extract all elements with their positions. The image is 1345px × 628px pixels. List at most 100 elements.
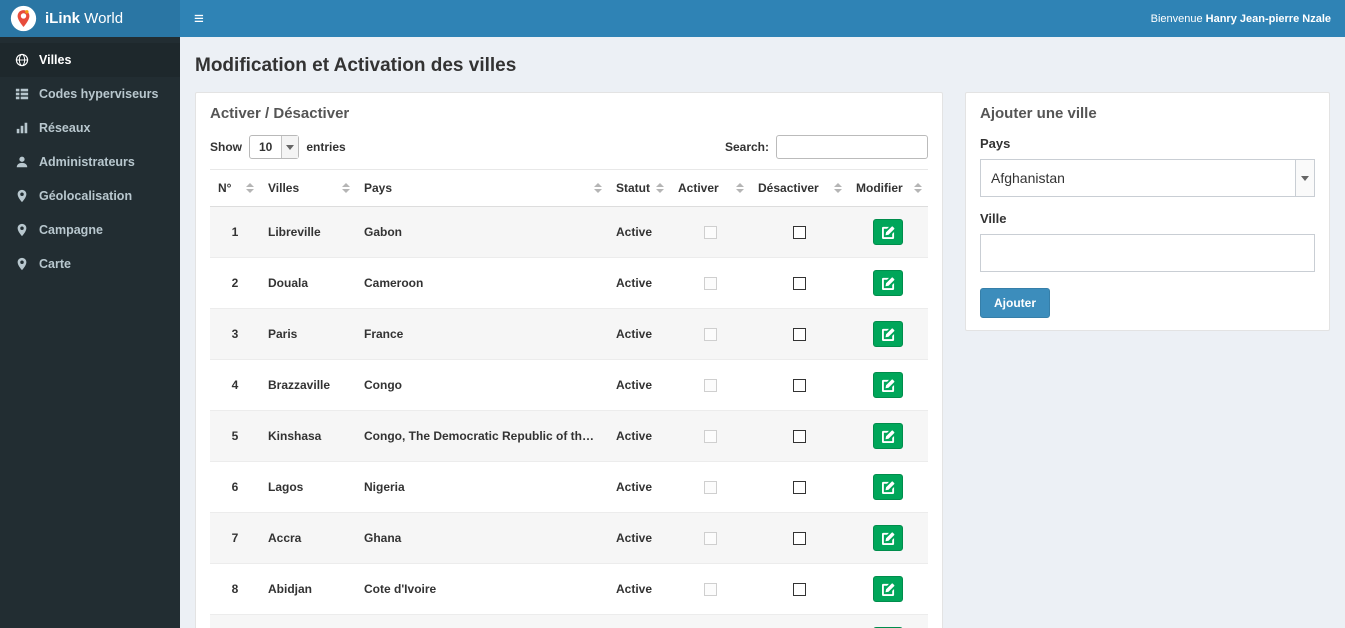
pays-cell: Congo, The Democratic Republic of the Co… <box>356 410 608 462</box>
ajouter-button[interactable]: Ajouter <box>980 288 1050 318</box>
activer-checkbox <box>703 226 717 240</box>
brand-text: iLink World <box>45 10 124 27</box>
pays-select[interactable]: Afghanistan <box>980 159 1315 197</box>
pays-select-value: Afghanistan <box>991 170 1065 186</box>
edit-icon <box>881 225 895 239</box>
modifier-button[interactable] <box>873 576 903 602</box>
ville-cell: Douala <box>260 257 356 309</box>
pays-cell: Ghana <box>356 512 608 564</box>
sidebar-item-geolocalisation[interactable]: Géolocalisation <box>0 179 180 213</box>
brand[interactable]: iLink World <box>0 0 180 37</box>
search-label: Search: <box>724 140 769 154</box>
table-row: 6 Lagos Nigeria Active <box>210 461 928 513</box>
activer-checkbox <box>703 379 717 393</box>
table-row: 3 Paris France Active <box>210 308 928 360</box>
ville-cell: Dakar <box>260 614 356 628</box>
modifier-button[interactable] <box>873 423 903 449</box>
list-icon <box>15 87 29 101</box>
column-header-activer[interactable]: Activer <box>670 169 750 207</box>
activer-checkbox <box>703 328 717 342</box>
sort-icon <box>594 183 602 193</box>
desactiver-checkbox[interactable] <box>792 226 806 240</box>
desactiver-checkbox[interactable] <box>792 583 806 597</box>
column-header-villes[interactable]: Villes <box>260 169 356 207</box>
map-marker-icon <box>15 257 29 271</box>
pays-cell: Gabon <box>356 206 608 258</box>
modifier-button[interactable] <box>873 474 903 500</box>
modifier-button[interactable] <box>873 321 903 347</box>
sidebar-item-campagne[interactable]: Campagne <box>0 213 180 247</box>
sort-icon <box>342 183 350 193</box>
desactiver-checkbox[interactable] <box>792 379 806 393</box>
entries-select[interactable]: 10 <box>249 135 300 159</box>
table-row: 7 Accra Ghana Active <box>210 512 928 564</box>
statut-cell: Active <box>608 410 670 462</box>
top-navbar: iLink World ≡ Bienvenue Hanry Jean-pierr… <box>0 0 1345 37</box>
sidebar-item-label: Réseaux <box>39 121 91 135</box>
activer-checkbox <box>703 583 717 597</box>
row-number: 2 <box>210 257 260 309</box>
ville-cell: Abidjan <box>260 563 356 615</box>
row-number: 6 <box>210 461 260 513</box>
map-marker-icon <box>15 223 29 237</box>
activer-checkbox <box>703 532 717 546</box>
edit-icon <box>881 429 895 443</box>
ville-cell: Accra <box>260 512 356 564</box>
sidebar-item-label: Campagne <box>39 223 103 237</box>
pays-cell: Cameroon <box>356 257 608 309</box>
ville-cell: Brazzaville <box>260 359 356 411</box>
row-number: 7 <box>210 512 260 564</box>
sidebar-item-administrateurs[interactable]: Administrateurs <box>0 145 180 179</box>
column-header-num[interactable]: N° <box>210 169 260 207</box>
sidebar-item-villes[interactable]: Villes <box>0 43 180 77</box>
modifier-button[interactable] <box>873 219 903 245</box>
pays-cell: Nigeria <box>356 461 608 513</box>
search-input[interactable] <box>776 135 928 159</box>
desactiver-checkbox[interactable] <box>792 328 806 342</box>
column-header-modifier[interactable]: Modifier <box>848 169 928 207</box>
pays-cell: Congo <box>356 359 608 411</box>
menu-icon[interactable]: ≡ <box>194 10 204 27</box>
sort-icon <box>246 183 254 193</box>
sidebar-item-reseaux[interactable]: Réseaux <box>0 111 180 145</box>
sidebar-item-label: Codes hyperviseurs <box>39 87 159 101</box>
sidebar-item-label: Villes <box>39 53 72 67</box>
table-row: 1 Libreville Gabon Active <box>210 206 928 258</box>
statut-cell: Active <box>608 257 670 309</box>
desactiver-checkbox[interactable] <box>792 532 806 546</box>
bar-chart-icon <box>15 121 29 135</box>
edit-icon <box>881 531 895 545</box>
statut-cell: Active <box>608 461 670 513</box>
sort-icon <box>914 183 922 193</box>
column-header-statut[interactable]: Statut <box>608 169 670 207</box>
desactiver-checkbox[interactable] <box>792 481 806 495</box>
modifier-button[interactable] <box>873 525 903 551</box>
activer-checkbox <box>703 430 717 444</box>
pays-cell: France <box>356 308 608 360</box>
activer-checkbox <box>703 277 717 291</box>
sidebar-item-carte[interactable]: Carte <box>0 247 180 281</box>
edit-icon <box>881 327 895 341</box>
sidebar-item-codes-hyperviseurs[interactable]: Codes hyperviseurs <box>0 77 180 111</box>
welcome-text: Bienvenue Hanry Jean-pierre Nzale <box>1150 12 1331 25</box>
app-window: iLink World ≡ Bienvenue Hanry Jean-pierr… <box>0 0 1345 628</box>
desactiver-checkbox[interactable] <box>792 277 806 291</box>
statut-cell: Active <box>608 563 670 615</box>
column-header-desactiver[interactable]: Désactiver <box>750 169 848 207</box>
navbar-main: ≡ Bienvenue Hanry Jean-pierre Nzale <box>180 0 1345 37</box>
row-number: 5 <box>210 410 260 462</box>
modifier-button[interactable] <box>873 270 903 296</box>
statut-cell: Active <box>608 359 670 411</box>
modifier-button[interactable] <box>873 372 903 398</box>
statut-cell: Active <box>608 206 670 258</box>
main-content: Modification et Activation des villes Ac… <box>180 37 1345 628</box>
column-header-pays[interactable]: Pays <box>356 169 608 207</box>
ville-label: Ville <box>980 211 1007 226</box>
desactiver-checkbox[interactable] <box>792 430 806 444</box>
welcome-user: Hanry Jean-pierre Nzale <box>1205 12 1331 25</box>
ville-input[interactable] <box>980 234 1315 272</box>
chevron-down-icon <box>1295 160 1314 196</box>
table-row: 9DakarSenegalActive <box>210 614 928 628</box>
table-panel-title: Activer / Désactiver <box>210 105 350 122</box>
ville-cell: Paris <box>260 308 356 360</box>
